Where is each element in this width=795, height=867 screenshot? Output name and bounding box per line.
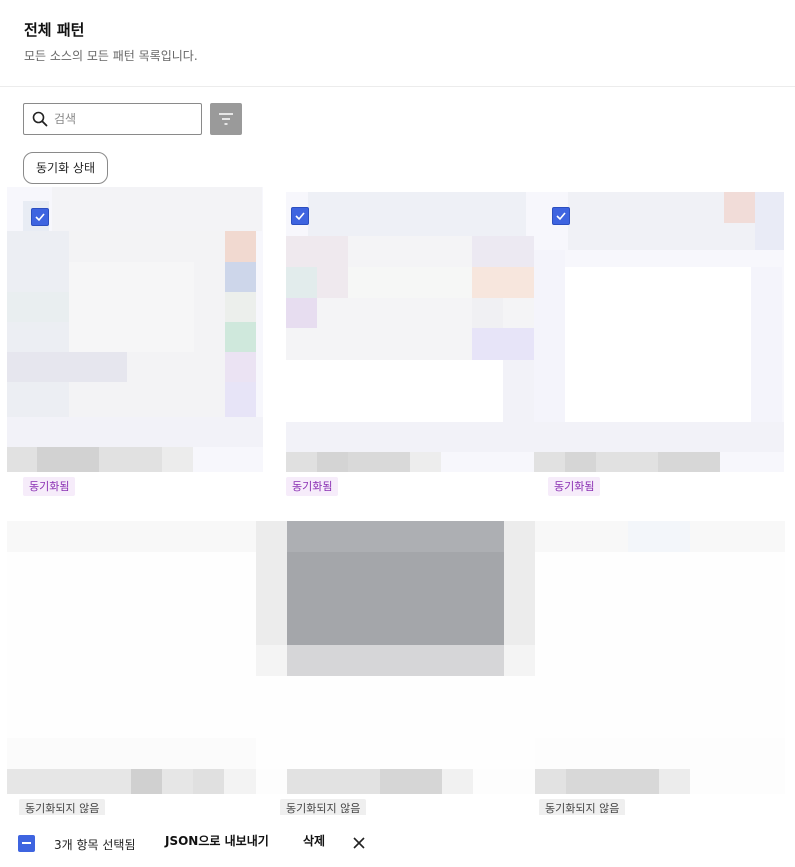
check-icon [295,212,305,221]
pattern-thumbnail [286,192,536,472]
pattern-thumbnail [534,192,784,472]
export-json-button[interactable]: JSON으로 내보내기 [165,833,269,849]
filter-button[interactable] [210,103,242,135]
pattern-card[interactable]: 동기화됨 [534,187,794,507]
filter-icon [219,113,233,125]
search-input[interactable] [54,105,194,133]
pattern-card[interactable]: 동기화되지 않음 [256,521,535,841]
close-icon [353,837,365,849]
search-box[interactable] [23,103,202,135]
search-icon [32,111,48,127]
pattern-thumbnail [7,187,263,472]
check-icon [556,212,566,221]
status-badge: 동기화됨 [548,477,601,496]
pattern-thumbnail [7,521,263,794]
page-header: 전체 패턴 모든 소스의 모든 패턴 목록입니다. [0,0,795,87]
close-selection-button[interactable] [350,834,368,852]
page-title: 전체 패턴 [24,21,85,39]
delete-button[interactable]: 삭제 [303,833,325,849]
pattern-thumbnail [535,521,785,794]
check-icon [35,213,45,222]
sync-status-filter-chip[interactable]: 동기화 상태 [23,152,109,184]
status-badge: 동기화됨 [23,477,76,496]
pattern-thumbnail [256,521,535,794]
pattern-card[interactable]: 동기화됨 [283,187,543,507]
selected-count: 3개 항목 선택됨 [54,838,136,852]
status-badge: 동기화됨 [286,477,339,496]
card-checkbox[interactable] [552,207,570,225]
select-all-checkbox[interactable] [18,835,35,852]
pattern-card[interactable]: 동기화되지 않음 [7,521,267,841]
pattern-card[interactable]: 동기화됨 [7,187,267,507]
card-checkbox[interactable] [31,208,49,226]
pattern-card[interactable]: 동기화되지 않음 [535,521,795,841]
selection-action-bar: 3개 항목 선택됨 JSON으로 내보내기 삭제 [0,815,795,867]
page-subtitle: 모든 소스의 모든 패턴 목록입니다. [24,49,198,63]
card-checkbox[interactable] [291,207,309,225]
